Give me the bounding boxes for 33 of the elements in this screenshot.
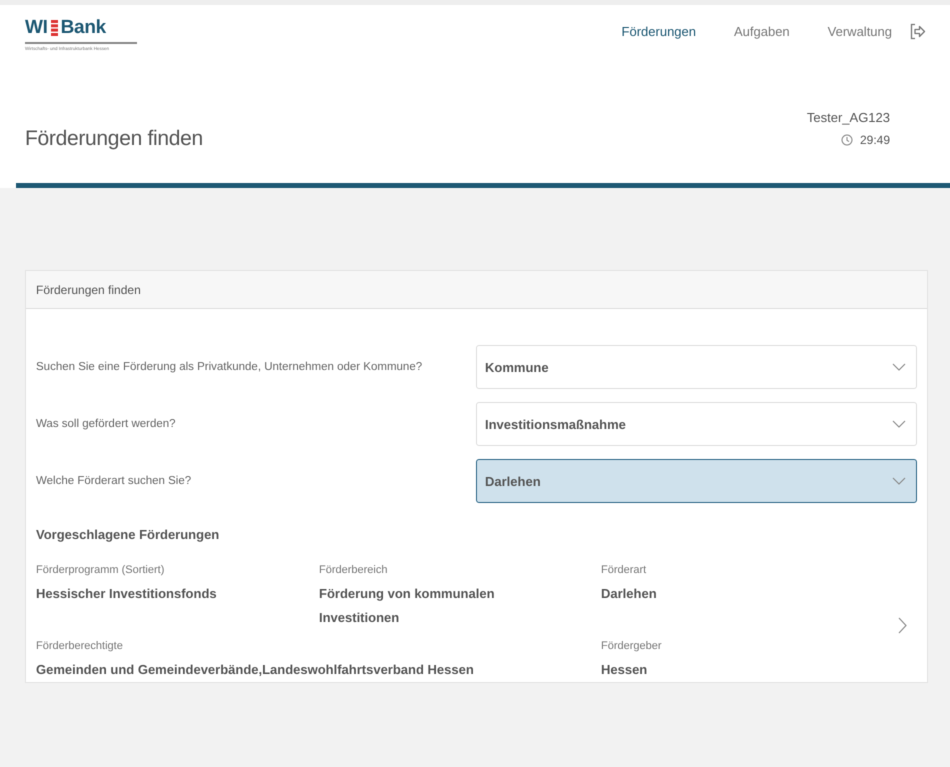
- card-title: Förderungen finden: [36, 282, 141, 296]
- dropdown[interactable]: Investitionsmaßnahme: [476, 402, 917, 446]
- logo-bars-icon: [50, 20, 58, 36]
- field-value: Darlehen: [601, 585, 658, 603]
- field-label: Förderbereich: [319, 564, 388, 576]
- field-value: Gemeinden und Gemeindeverbände,Landeswohlfahrtsverband Hessen: [36, 661, 475, 679]
- chevron-down-icon: [892, 363, 906, 371]
- page-title: Förderungen finden: [25, 126, 203, 151]
- dropdown[interactable]: Darlehen: [476, 459, 917, 503]
- field-label: Förderberechtigte: [36, 640, 124, 652]
- nav-link[interactable]: Förderungen: [622, 24, 696, 39]
- field-value: Hessischer Investitionsfonds: [36, 585, 218, 603]
- chevron-down-icon: [892, 420, 906, 428]
- field-label: Fördergeber: [601, 640, 663, 652]
- logo-text: Bank: [60, 17, 106, 39]
- field-label: Förderart: [601, 564, 648, 576]
- user-name: Tester_AG123: [806, 110, 890, 125]
- dropdown[interactable]: Kommune: [476, 345, 917, 389]
- question-label: Suchen Sie eine Förderung als Privatkunde, Unternehmen oder Kommune?: [36, 361, 422, 373]
- clock-icon: [840, 134, 853, 146]
- nav-link[interactable]: Aufgaben: [734, 24, 790, 39]
- question-label: Welche Förderart suchen Sie?: [36, 475, 192, 487]
- logo-text: WI: [25, 17, 48, 39]
- chevron-down-icon: [892, 477, 906, 485]
- section-heading: Vorgeschlagene Förderungen: [36, 527, 220, 542]
- field-value: Förderung von kommunalen Investitionen: [319, 585, 496, 627]
- logout-icon[interactable]: [910, 23, 926, 40]
- question-label: Was soll gefördert werden?: [36, 418, 176, 430]
- nav-link[interactable]: Verwaltung: [828, 24, 892, 39]
- field-value: Hessen: [601, 661, 648, 679]
- session-timer: 29:49: [860, 133, 890, 147]
- chevron-right-icon[interactable]: [898, 616, 907, 634]
- field-label: Förderprogramm (Sortiert): [36, 564, 166, 576]
